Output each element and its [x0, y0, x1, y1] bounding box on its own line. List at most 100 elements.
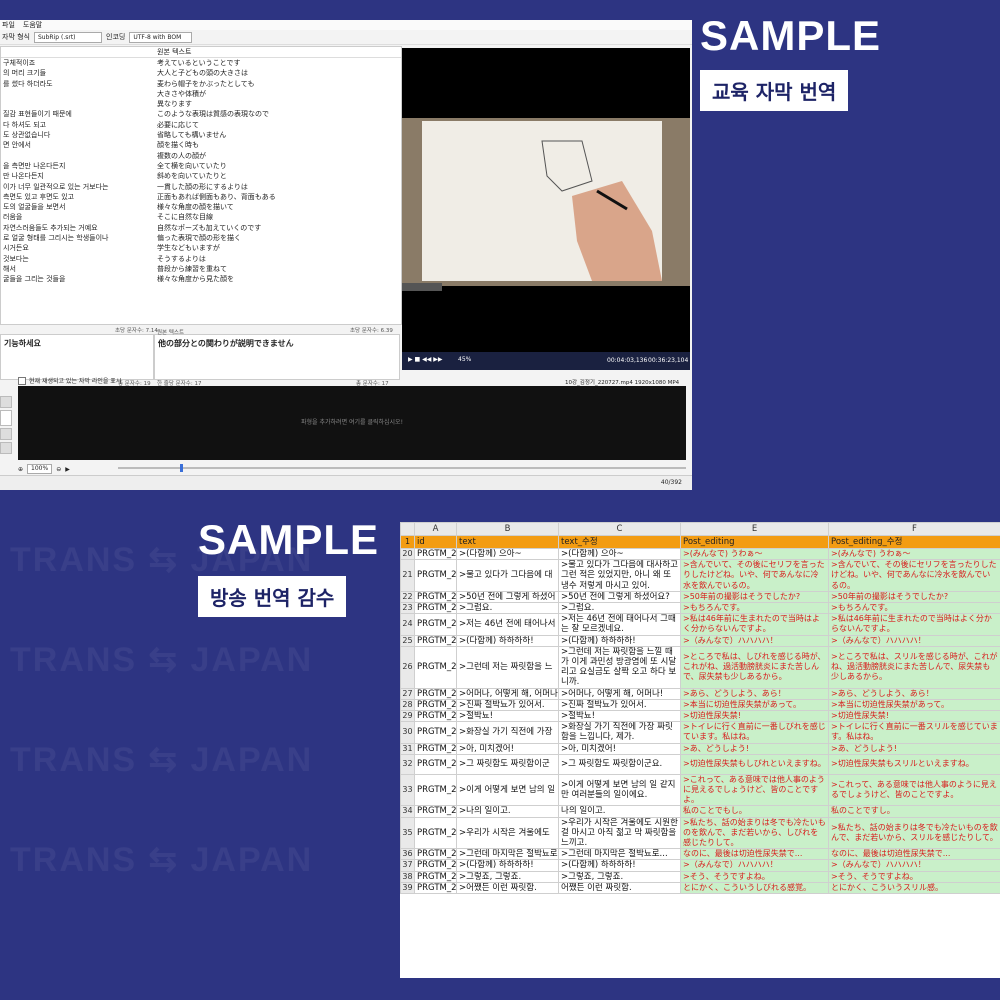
play-icon[interactable]: ▶ [65, 466, 70, 473]
post-edit-cell[interactable]: >あ、どうしよう! [680, 742, 829, 755]
id-cell[interactable]: PRGTM_2( [414, 816, 457, 850]
id-cell[interactable]: PRGTM_2( [414, 613, 457, 636]
post-edit-fixed-cell[interactable]: >（みんなで）ハハハハ！ [828, 634, 1000, 647]
post-edit-fixed-cell[interactable]: 私のことですし。 [828, 805, 1000, 818]
zoom-select[interactable]: 100% [27, 464, 53, 474]
text-cell[interactable]: >(다함께) 하하하하! [456, 634, 559, 647]
id-cell[interactable]: PRGTM_2( [414, 773, 457, 807]
column-letter[interactable]: C [558, 522, 681, 536]
text-fixed-cell[interactable]: 어쨌든 이런 짜릿함. [558, 881, 681, 895]
id-cell[interactable]: PRGTM_2( [414, 753, 457, 775]
id-cell[interactable]: PRGTM_2( [414, 859, 457, 872]
text-cell[interactable]: >그럼요. [456, 602, 559, 615]
text-fixed-cell[interactable]: >저는 46년 전에 태어나서 그때는 잘 모르겠네요. [558, 613, 681, 636]
subtitle-row[interactable]: 大きさや体積が [1, 89, 401, 99]
post-edit-fixed-cell[interactable]: >そう、そうですよね。 [828, 870, 1000, 883]
id-cell[interactable]: PRGTM_2( [414, 805, 457, 818]
post-edit-cell[interactable]: >含んでいて、その後にセリフを言ったりしたけどね。いや、何であんなに冷水を飲んで… [680, 559, 829, 592]
side-button[interactable] [0, 442, 12, 454]
column-letter[interactable]: A [414, 522, 457, 536]
id-cell[interactable]: PRGTM_2( [414, 848, 457, 861]
header-cell[interactable]: Post_editing [680, 535, 829, 549]
subtitle-row[interactable]: 만 나온다든지 斜めを向いていたりと [1, 171, 401, 181]
post-edit-fixed-cell[interactable]: なのに、最後は切迫性尿失禁で... [828, 848, 1000, 861]
id-cell[interactable]: PRGTM_2( [414, 602, 457, 615]
post-edit-cell[interactable]: >本当に切迫性尿失禁があって。 [680, 698, 829, 712]
text-fixed-cell[interactable]: >그 짜릿함도 짜릿함이군요. [558, 753, 681, 775]
text-fixed-cell[interactable]: >50년 전에 그렇게 하셨어요? [558, 590, 681, 604]
post-edit-fixed-cell[interactable]: >含んでいて、その後にセリフを言ったりしたけどね。いや、何であんなに冷水を飲んで… [828, 559, 1000, 592]
id-cell[interactable]: PRGTM_2( [414, 634, 457, 647]
text-cell[interactable]: >어쨌든 이런 짜릿함. [456, 881, 559, 895]
post-edit-cell[interactable]: >切迫性尿失禁もしびれといえますね。 [680, 753, 829, 775]
post-edit-cell[interactable]: >ところで私は、しびれを感じる時が、これがね、過活動膀胱炎にまた苦しんで、尿失禁… [680, 645, 829, 689]
text-cell[interactable]: >화장실 가기 직전에 가장 [456, 721, 559, 744]
subtitle-row[interactable]: 이가 너무 일관적으로 있는 거보다는 一貫した顔の形にするよりは [1, 182, 401, 192]
player-controls[interactable]: ▶ ■ ◀◀ ▶▶ 45% 00:04:03,136 00:36:23,104 [402, 352, 690, 370]
subtitle-row[interactable]: 면 안에서 顔を描く時も [1, 140, 401, 150]
text-fixed-cell[interactable]: >그렇죠, 그렇죠. [558, 870, 681, 883]
header-cell[interactable]: Post_editing_수정 [828, 535, 1000, 549]
subtitle-row[interactable]: 시거든요 学生などもいますが [1, 243, 401, 253]
post-edit-cell[interactable]: とにかく、こういうしびれる感覚。 [680, 881, 829, 895]
subtitle-row[interactable]: 해서 普段から練習を重ねて [1, 264, 401, 274]
post-edit-cell[interactable]: >トイレに行く直前に一番しびれを感じています。私はね。 [680, 721, 829, 744]
text-cell[interactable]: >나의 일이고. [456, 805, 559, 818]
header-cell[interactable]: text_수정 [558, 535, 681, 549]
menu-item-file[interactable]: 파일 [2, 20, 15, 30]
subtitle-row[interactable]: 複数の人の顔が [1, 151, 401, 161]
text-fixed-cell[interactable]: >절박뇨! [558, 710, 681, 723]
id-cell[interactable]: PRGTM_2( [414, 559, 457, 592]
original-textbox[interactable]: 他の部分との関わりが説明できません [154, 334, 400, 380]
format-select[interactable]: SubRip (.srt) [34, 31, 102, 43]
text-cell[interactable]: >아, 미치겠어! [456, 742, 559, 755]
subtitle-row[interactable]: 도 상관없습니다 省略しても構いません [1, 130, 401, 140]
header-cell[interactable]: id [414, 535, 457, 549]
translation-textbox[interactable]: 기능하세요 [0, 334, 154, 380]
text-fixed-cell[interactable]: >아, 미치겠어! [558, 742, 681, 755]
text-cell[interactable]: >우리가 시작은 겨울에도 [456, 816, 559, 850]
id-cell[interactable]: PRGTM_2( [414, 721, 457, 744]
column-letter[interactable]: F [828, 522, 1000, 536]
side-button[interactable] [0, 428, 12, 440]
post-edit-cell[interactable]: >そう、そうですよね。 [680, 870, 829, 883]
subtitle-row[interactable]: 를 썼다 하더라도 麦わら帽子をかぶったとしても [1, 79, 401, 89]
post-edit-cell[interactable]: >これって、ある意味では他人事のように見えるでしょうけど、皆のことですよ。 [680, 773, 829, 807]
subtitle-row[interactable]: 측면도 있고 후면도 있고 正面もあれば側面もあり、背面もある [1, 192, 401, 202]
text-fixed-cell[interactable]: >그런데 저는 짜릿함을 느낄 때가 이게 과민성 방광염에 또 시달리고 요실… [558, 645, 681, 689]
post-edit-cell[interactable]: >私たち、話の始まりは冬でも冷たいものを飲んで、まだ若いから、しびれを感じたりし… [680, 816, 829, 850]
side-input[interactable] [0, 410, 12, 426]
text-fixed-cell[interactable]: >(다함께) 으아~ [558, 547, 681, 561]
text-fixed-cell[interactable]: >진짜 절박뇨가 있어서. [558, 698, 681, 712]
text-cell[interactable]: >절박뇨! [456, 710, 559, 723]
post-edit-fixed-cell[interactable]: >トイレに行く直前に一番スリルを感じています。私はね。 [828, 721, 1000, 744]
post-edit-cell[interactable]: >（みんなで）ハハハハ！ [680, 634, 829, 647]
text-fixed-cell[interactable]: 나의 일이고. [558, 805, 681, 818]
post-edit-fixed-cell[interactable]: >（みんなで）ハハハハ！ [828, 859, 1000, 872]
column-letter[interactable]: E [680, 522, 829, 536]
subtitle-row[interactable]: 자연스러움들도 추가되는 거예요 自然なポーズも加えていくのです [1, 223, 401, 233]
encoding-select[interactable]: UTF-8 with BOM [129, 31, 193, 43]
text-cell[interactable]: >그렇죠, 그렇죠. [456, 870, 559, 883]
post-edit-fixed-cell[interactable]: とにかく、こういうスリル感。 [828, 881, 1000, 895]
text-fixed-cell[interactable]: >(다함께) 하하하하! [558, 634, 681, 647]
text-cell[interactable]: >진짜 절박뇨가 있어서. [456, 698, 559, 712]
text-fixed-cell[interactable]: >(다함께) 하하하하! [558, 859, 681, 872]
post-edit-cell[interactable]: >切迫性尿失禁! [680, 710, 829, 723]
text-cell[interactable]: >이게 어떻게 보면 남의 일 [456, 773, 559, 807]
id-cell[interactable]: PRGTM_2( [414, 881, 457, 895]
post-edit-fixed-cell[interactable]: >本当に切迫性尿失禁があって。 [828, 698, 1000, 712]
video-player[interactable]: ▶ ■ ◀◀ ▶▶ 45% 00:04:03,136 00:36:23,104 [402, 48, 690, 370]
id-cell[interactable]: PRGTM_2( [414, 687, 457, 700]
text-cell[interactable]: >물고 있다가 그다음에 대 [456, 559, 559, 592]
zoom-in-icon[interactable]: ⊕ [18, 466, 23, 473]
post-edit-cell[interactable]: >あら、どうしよう、あら！ [680, 687, 829, 700]
subtitle-row[interactable]: 질감 표현들이기 때문에 このような表現は質感の表現なので [1, 109, 401, 119]
subtitle-row[interactable]: 로 얼굴 형태를 그리시는 학생들이나 偏った表現で顔の形を描く [1, 233, 401, 243]
text-fixed-cell[interactable]: >화장실 가기 직전에 가장 짜릿함을 느낍니다, 제가. [558, 721, 681, 744]
subtitle-row[interactable]: 異なります [1, 99, 401, 109]
text-fixed-cell[interactable]: >우리가 시작은 겨울에도 시원한 걸 마시고 아직 젊고 막 짜릿함을 느끼고… [558, 816, 681, 850]
position-slider[interactable] [118, 464, 686, 472]
text-cell[interactable]: >그 짜릿함도 짜릿함이군 [456, 753, 559, 775]
column-header-source[interactable]: 원본 텍스트 [153, 47, 397, 57]
